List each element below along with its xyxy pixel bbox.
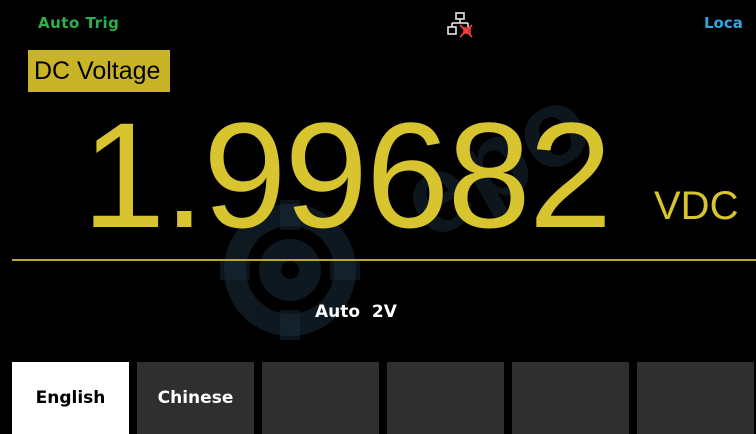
softkey-5[interactable] [512,362,629,434]
trigger-mode-label: Auto Trig [38,14,120,32]
divider [12,259,756,261]
remote-state-label: Loca [704,14,743,32]
main-reading: 1.99682 [82,91,612,259]
softkey-6[interactable] [637,362,754,434]
function-title: DC Voltage [28,50,171,92]
status-bar: Auto Trig Loca [0,0,756,42]
softkey-english[interactable]: English [12,362,129,434]
softkey-chinese[interactable]: Chinese [137,362,254,434]
softkey-bar: English Chinese [12,362,756,434]
network-disconnected-icon [447,12,473,38]
softkey-4[interactable] [387,362,504,434]
reading-unit: VDC [654,184,739,228]
softkey-3[interactable] [262,362,379,434]
range-label: Auto 2V [315,302,397,322]
